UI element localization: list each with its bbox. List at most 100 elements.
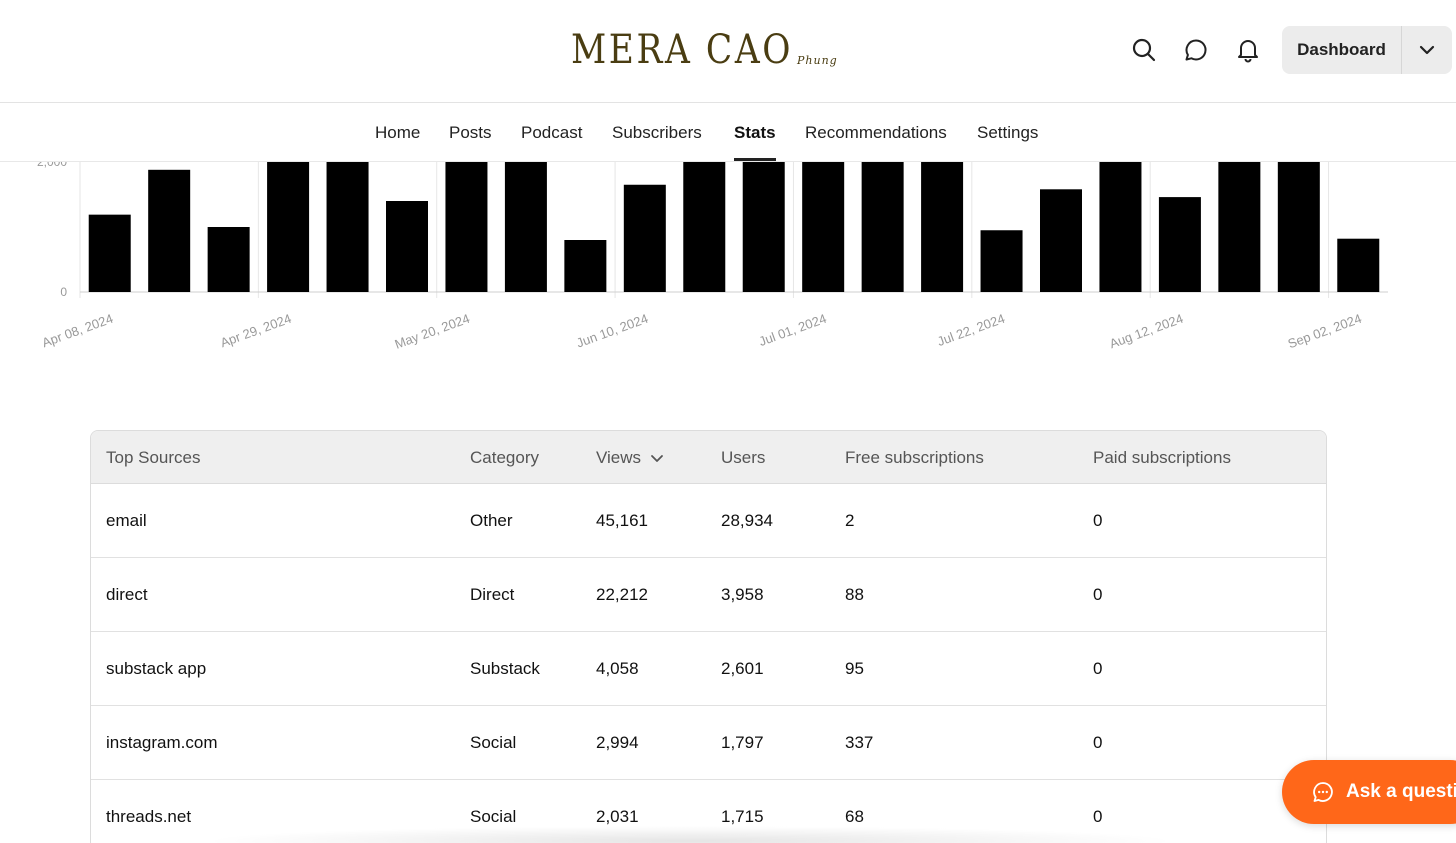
- tab-posts[interactable]: Posts: [449, 123, 492, 143]
- table-row[interactable]: instagram.com Social 2,994 1,797 337 0: [91, 706, 1326, 780]
- cell-free-subscriptions: 88: [845, 585, 864, 604]
- cell-category: Other: [470, 511, 513, 530]
- chart-bar[interactable]: [1337, 238, 1380, 292]
- cell-users: 1,797: [721, 733, 764, 752]
- header-free-subscriptions[interactable]: Free subscriptions: [845, 448, 984, 468]
- chart-bar[interactable]: [267, 162, 310, 292]
- x-tick-label: Aug 12, 2024: [1107, 311, 1185, 352]
- brand-logo[interactable]: MERA CAO Phung: [571, 22, 837, 73]
- cell-paid-subscriptions: 0: [1093, 585, 1103, 604]
- chat-bubble-icon: [1313, 782, 1333, 802]
- tab-stats[interactable]: Stats: [734, 123, 776, 143]
- header-views[interactable]: Views: [596, 448, 664, 468]
- chart-bar[interactable]: [326, 162, 369, 292]
- table-row[interactable]: substack app Substack 4,058 2,601 95 0: [91, 632, 1326, 706]
- chart-bar[interactable]: [1218, 162, 1261, 292]
- cell-category: Substack: [470, 659, 540, 678]
- cell-free-subscriptions: 337: [845, 733, 874, 752]
- cell-source: instagram.com: [106, 733, 218, 752]
- cell-category: Social: [470, 807, 517, 826]
- views-bar-chart: 0 2,000 Apr 08, 2024 Apr 29, 2024 May 20, 20…: [37, 162, 1388, 352]
- chart-bar[interactable]: [504, 162, 547, 292]
- bell-icon[interactable]: [1234, 36, 1262, 64]
- chart-bar[interactable]: [683, 162, 726, 292]
- cell-users: 1,715: [721, 807, 764, 826]
- cell-source: email: [106, 511, 147, 530]
- cell-paid-subscriptions: 0: [1093, 807, 1103, 826]
- cell-paid-subscriptions: 0: [1093, 511, 1103, 530]
- chart-bar[interactable]: [623, 184, 666, 292]
- chat-icon[interactable]: [1182, 36, 1210, 64]
- chart-bar[interactable]: [445, 162, 488, 292]
- cell-users: 3,958: [721, 585, 764, 604]
- cell-views: 22,212: [596, 585, 648, 604]
- top-bar: MERA CAO Phung Dashboard: [0, 0, 1456, 103]
- dashboard-button[interactable]: Dashboard: [1282, 26, 1452, 74]
- cell-source: substack app: [106, 659, 207, 678]
- x-tick-label: Apr 08, 2024: [40, 311, 115, 351]
- table-row[interactable]: threads.net Social 2,031 1,715 68 0: [91, 780, 1326, 843]
- tab-home[interactable]: Home: [375, 123, 420, 143]
- cell-paid-subscriptions: 0: [1093, 659, 1103, 678]
- tab-settings[interactable]: Settings: [977, 123, 1038, 143]
- cell-source: threads.net: [106, 807, 192, 826]
- cell-free-subscriptions: 68: [845, 807, 864, 826]
- cell-views: 2,994: [596, 733, 639, 752]
- cell-users: 28,934: [721, 511, 773, 530]
- cell-views: 2,031: [596, 807, 639, 826]
- header-category[interactable]: Category: [470, 448, 539, 468]
- chart-bar[interactable]: [802, 162, 845, 292]
- cell-category: Social: [470, 733, 517, 752]
- header-paid-subscriptions[interactable]: Paid subscriptions: [1093, 448, 1231, 468]
- x-tick-label: Sep 02, 2024: [1286, 311, 1364, 352]
- tab-podcast[interactable]: Podcast: [521, 123, 582, 143]
- chart-bar[interactable]: [207, 227, 250, 292]
- cell-free-subscriptions: 2: [845, 511, 855, 530]
- ask-question-button[interactable]: Ask a questi: [1282, 760, 1456, 824]
- top-sources-table: Top Sources Category Views Users Free su…: [90, 430, 1327, 843]
- x-tick-label: May 20, 2024: [393, 311, 472, 352]
- chart-bar[interactable]: [980, 230, 1023, 292]
- dashboard-label: Dashboard: [1282, 26, 1402, 74]
- cell-free-subscriptions: 95: [845, 659, 864, 678]
- x-tick-label: Apr 29, 2024: [218, 311, 293, 351]
- chart-bar[interactable]: [564, 240, 607, 292]
- brand-name: MERA CAO: [571, 27, 794, 73]
- tab-recommendations[interactable]: Recommendations: [805, 123, 947, 143]
- ask-question-label: Ask a questi: [1346, 781, 1456, 802]
- table-row[interactable]: direct Direct 22,212 3,958 88 0: [91, 558, 1326, 632]
- search-icon[interactable]: [1130, 36, 1158, 64]
- table-row[interactable]: email Other 45,161 28,934 2 0: [91, 484, 1326, 558]
- header-top-sources[interactable]: Top Sources: [106, 448, 201, 468]
- cell-paid-subscriptions: 0: [1093, 733, 1103, 752]
- y-tick-label: 2,000: [37, 162, 67, 169]
- chart-bar[interactable]: [386, 201, 428, 292]
- chart-bar[interactable]: [1277, 162, 1320, 292]
- cell-source: direct: [106, 585, 148, 604]
- chart-bar[interactable]: [1158, 197, 1201, 292]
- table-header: Top Sources Category Views Users Free su…: [91, 431, 1326, 484]
- sort-chevron-down-icon: [651, 455, 663, 462]
- chart-bar[interactable]: [88, 214, 131, 292]
- section-nav: Home Posts Podcast Subscribers Stats Rec…: [0, 104, 1456, 162]
- chart-bar[interactable]: [861, 162, 904, 292]
- chart-bar[interactable]: [921, 162, 964, 292]
- header-views-label: Views: [596, 448, 642, 467]
- y-tick-label: 0: [60, 285, 67, 299]
- x-tick-label: Jun 10, 2024: [574, 311, 650, 351]
- x-tick-label: Jul 22, 2024: [935, 311, 1007, 349]
- cell-views: 45,161: [596, 511, 648, 530]
- chart-bar[interactable]: [742, 162, 785, 292]
- header-users[interactable]: Users: [721, 448, 765, 468]
- chart-bar[interactable]: [1040, 189, 1082, 292]
- x-tick-label: Jul 01, 2024: [757, 311, 829, 349]
- cell-views: 4,058: [596, 659, 639, 678]
- chart-bar[interactable]: [1099, 162, 1142, 292]
- tab-subscribers[interactable]: Subscribers: [612, 123, 702, 143]
- cell-category: Direct: [470, 585, 515, 604]
- cell-users: 2,601: [721, 659, 764, 678]
- active-tab-indicator: [734, 158, 776, 161]
- chevron-down-icon[interactable]: [1402, 26, 1452, 74]
- brand-script: Phung: [797, 54, 838, 67]
- chart-bar[interactable]: [148, 169, 191, 292]
